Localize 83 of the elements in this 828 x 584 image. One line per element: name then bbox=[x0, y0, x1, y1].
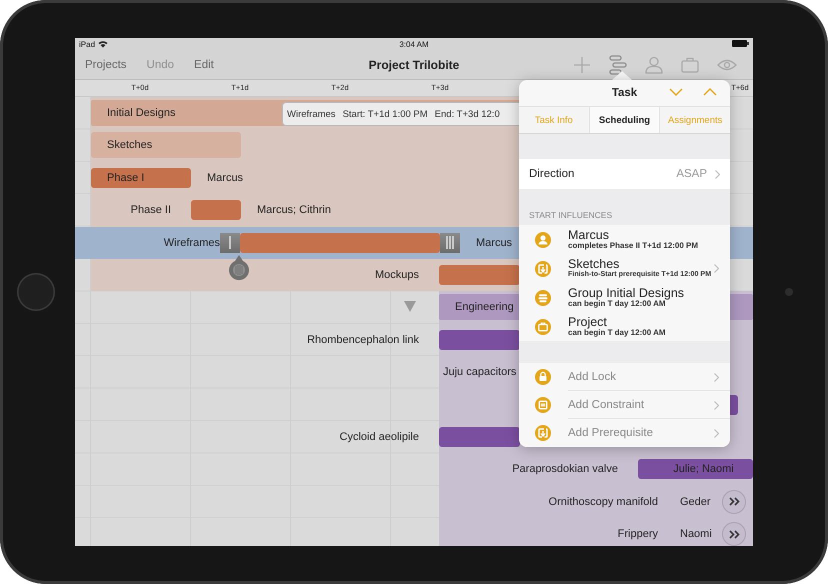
group-bar[interactable]: Sketches bbox=[91, 132, 241, 158]
influence-title: Sketches bbox=[568, 258, 620, 272]
inspector-tab[interactable]: Scheduling bbox=[588, 106, 660, 133]
gantt-bars-icon bbox=[609, 54, 627, 74]
influence-title: Group Initial Designs bbox=[568, 286, 684, 300]
assignee-label: Geder bbox=[680, 494, 711, 510]
add-action-row[interactable]: Add Prerequisite bbox=[519, 419, 730, 447]
person-icon bbox=[645, 56, 663, 74]
assignee-label: Marcus bbox=[476, 236, 512, 251]
direction-label: Direction bbox=[529, 168, 574, 180]
assignee-label: Marcus bbox=[207, 170, 244, 186]
double-chevron-icon bbox=[728, 530, 740, 539]
influence-title: Marcus bbox=[568, 228, 610, 242]
add-action-row[interactable]: Add Lock bbox=[519, 363, 730, 391]
arrow-in-square-icon bbox=[535, 425, 551, 441]
previous-task-button[interactable] bbox=[703, 88, 717, 96]
task-bar[interactable]: Phase I bbox=[91, 168, 191, 188]
task-label: Paraprosdokian valve bbox=[512, 462, 618, 478]
tooltip-end: End: T+3d 12:0 bbox=[434, 108, 500, 120]
resize-handle[interactable] bbox=[440, 232, 460, 253]
battery-icon bbox=[732, 40, 749, 46]
task-label: Juju capacitors bbox=[443, 365, 516, 380]
chevron-right-icon bbox=[715, 170, 720, 178]
add-button[interactable] bbox=[571, 56, 593, 74]
influence-row[interactable]: Group Initial Designs can begin T day 12:00 AM bbox=[519, 283, 730, 312]
double-chevron-icon bbox=[728, 497, 740, 506]
inspector-button[interactable] bbox=[607, 54, 629, 74]
influence-title: Project bbox=[568, 316, 608, 329]
eye-icon bbox=[717, 58, 737, 70]
next-task-button[interactable] bbox=[669, 88, 683, 96]
action-label: Add Lock bbox=[568, 371, 616, 383]
resources-button[interactable] bbox=[679, 56, 701, 72]
person-icon bbox=[535, 232, 551, 248]
carrier-label: iPad bbox=[79, 40, 96, 48]
task-label: Ornithoscopy manifold bbox=[548, 494, 658, 510]
chevron-right-icon bbox=[714, 429, 719, 438]
task-label: Cycloid aeolipile bbox=[340, 430, 419, 445]
chevron-right-icon bbox=[714, 401, 719, 410]
task-label: Wireframes bbox=[164, 236, 220, 251]
task-label: Mockups bbox=[374, 268, 419, 283]
direction-value: ASAP bbox=[676, 168, 707, 180]
wifi-icon bbox=[98, 40, 108, 48]
task-bar[interactable] bbox=[240, 232, 440, 253]
task-label: Rhombencephalon link bbox=[307, 332, 419, 348]
action-label: Add Constraint bbox=[568, 399, 644, 411]
chevron-down-icon bbox=[669, 88, 683, 96]
tooltip-start: Start: T+1d 1:00 PM bbox=[342, 108, 428, 120]
arrow-in-square-icon bbox=[535, 260, 551, 276]
influence-detail: can begin T day 12:00 AM bbox=[568, 300, 666, 308]
direction-row[interactable]: Direction ASAP bbox=[519, 159, 730, 189]
task-label: Frippery bbox=[618, 527, 658, 542]
influence-row[interactable]: Project can begin T day 12:00 AM bbox=[519, 312, 730, 341]
section-header: START INFLUENCES bbox=[529, 210, 612, 220]
add-action-row[interactable]: Add Constraint bbox=[519, 391, 730, 419]
influence-detail: completes Phase II T+1d 12:00 PM bbox=[568, 242, 698, 250]
chevron-up-icon bbox=[703, 88, 717, 96]
stacked-bars-icon bbox=[535, 290, 551, 306]
home-button[interactable] bbox=[17, 273, 55, 311]
briefcase-icon bbox=[535, 318, 551, 334]
action-label: Add Prerequisite bbox=[568, 427, 654, 439]
task-label: Phase II bbox=[130, 203, 171, 218]
assignee-label: Naomi bbox=[680, 527, 712, 542]
disclosure-triangle-icon[interactable] bbox=[404, 301, 416, 312]
resize-handle[interactable] bbox=[220, 232, 240, 253]
influence-row[interactable]: Marcus completes Phase II T+1d 12:00 PM bbox=[519, 225, 730, 254]
drag-knob[interactable] bbox=[228, 255, 250, 281]
influence-detail: can begin T day 12:00 AM bbox=[568, 328, 666, 338]
chevron-right-icon bbox=[714, 373, 719, 382]
project-title: Project Trilobite bbox=[368, 58, 460, 72]
task-bar[interactable]: Julie; Naomi bbox=[638, 459, 753, 480]
briefcase-icon bbox=[681, 56, 699, 72]
view-button[interactable] bbox=[715, 58, 739, 70]
inspector-title: Task bbox=[612, 87, 638, 99]
people-button[interactable] bbox=[643, 56, 665, 74]
tooltip-task-name: Wireframes bbox=[287, 108, 336, 120]
assignee-label: Marcus; Cithrin bbox=[257, 203, 331, 218]
plus-icon bbox=[573, 56, 591, 74]
task-bar[interactable] bbox=[439, 330, 520, 350]
toolbar-button[interactable]: Edit bbox=[190, 56, 218, 72]
lock-icon bbox=[535, 369, 551, 385]
clock-time: 3:04 AM bbox=[399, 40, 429, 48]
task-bar[interactable] bbox=[191, 200, 241, 220]
toolbar-button[interactable]: Projects bbox=[81, 56, 131, 72]
